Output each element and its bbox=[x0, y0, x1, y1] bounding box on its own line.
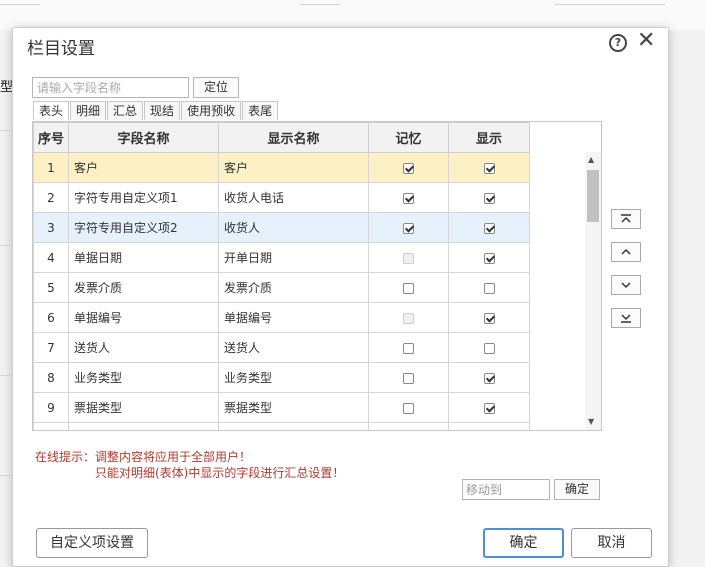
table-row[interactable]: 3 字符专用自定义项2 收货人 bbox=[33, 212, 530, 243]
row-field-name: 字符专用自定义项1 bbox=[68, 182, 219, 213]
row-field-name: 客户 bbox=[68, 152, 219, 183]
remember-checkbox[interactable] bbox=[403, 402, 414, 414]
row-display-name[interactable]: 单据编号 bbox=[218, 302, 369, 333]
remember-checkbox[interactable] bbox=[403, 342, 414, 354]
table-row[interactable]: 9 票据类型 票据类型 bbox=[33, 392, 530, 423]
background-divider bbox=[300, 4, 340, 5]
table-row[interactable]: 8 业务类型 业务类型 bbox=[33, 362, 530, 393]
tab-bar: 表头 明细 汇总 现结 使用预收 表尾 bbox=[33, 101, 279, 120]
row-display-name[interactable]: 开单日期 bbox=[218, 242, 369, 273]
close-icon[interactable]: ✕ bbox=[637, 30, 655, 52]
tab-header[interactable]: 表头 bbox=[33, 101, 70, 120]
remember-checkbox[interactable] bbox=[403, 162, 414, 174]
row-field-name: 字符专用自定义项2 bbox=[68, 212, 219, 243]
move-to-confirm-button[interactable]: 确定 bbox=[554, 479, 600, 500]
row-field-name: 送货人 bbox=[68, 332, 219, 363]
table-header-row: 序号 字段名称 显示名称 记忆 显示 bbox=[33, 122, 530, 153]
field-table-container: 序号 字段名称 显示名称 记忆 显示 1 客户 客户 2 字符专用自定义项1 收… bbox=[32, 121, 602, 431]
show-checkbox[interactable] bbox=[483, 252, 495, 264]
move-bottom-icon bbox=[621, 314, 631, 323]
scroll-up-icon[interactable]: ▲ bbox=[588, 155, 594, 164]
row-display-name[interactable]: 发票介质 bbox=[218, 272, 369, 303]
remember-checkbox bbox=[403, 312, 414, 324]
row-seq: 9 bbox=[33, 392, 69, 423]
move-bottom-button[interactable] bbox=[611, 308, 641, 328]
remember-checkbox[interactable] bbox=[403, 282, 414, 294]
row-seq: 6 bbox=[33, 302, 69, 333]
row-display-name[interactable]: 收货人电话 bbox=[218, 182, 369, 213]
column-header-seq[interactable]: 序号 bbox=[33, 122, 69, 153]
tab-cash[interactable]: 现结 bbox=[144, 101, 181, 120]
scrollbar-thumb[interactable] bbox=[587, 170, 599, 222]
table-row[interactable]: 7 送货人 送货人 bbox=[33, 332, 530, 363]
row-display-name[interactable]: 收货人 bbox=[218, 212, 369, 243]
tab-summary[interactable]: 汇总 bbox=[107, 101, 144, 120]
locate-button[interactable]: 定位 bbox=[193, 77, 239, 98]
column-settings-dialog: 栏目设置 ? ✕ 定位 表头 明细 汇总 现结 使用预收 表尾 序号 字段名称 … bbox=[12, 27, 669, 567]
background-divider bbox=[0, 375, 10, 376]
remember-checkbox[interactable] bbox=[403, 372, 414, 384]
tab-footer[interactable]: 表尾 bbox=[242, 101, 279, 120]
row-seq: 4 bbox=[33, 242, 69, 273]
move-up-icon bbox=[621, 248, 631, 255]
row-field-name: 单据日期 bbox=[68, 242, 219, 273]
table-row[interactable]: 2 字符专用自定义项1 收货人电话 bbox=[33, 182, 530, 213]
column-header-remember[interactable]: 记忆 bbox=[368, 122, 449, 153]
row-seq: 8 bbox=[33, 362, 69, 393]
show-checkbox[interactable] bbox=[483, 192, 495, 204]
table-row[interactable]: 4 单据日期 开单日期 bbox=[33, 242, 530, 273]
remember-checkbox bbox=[403, 252, 414, 264]
show-checkbox[interactable] bbox=[483, 342, 495, 354]
column-header-display-name[interactable]: 显示名称 bbox=[218, 122, 369, 153]
show-checkbox[interactable] bbox=[483, 222, 495, 234]
remember-checkbox[interactable] bbox=[403, 222, 414, 234]
row-field-name: 业务类型 bbox=[68, 362, 219, 393]
table-row-partial bbox=[33, 422, 530, 430]
background-divider bbox=[0, 130, 10, 131]
row-display-name[interactable]: 票据类型 bbox=[218, 392, 369, 423]
move-up-button[interactable] bbox=[611, 242, 641, 262]
scroll-down-icon[interactable]: ▼ bbox=[588, 417, 594, 426]
background-divider bbox=[0, 4, 40, 5]
row-display-name[interactable]: 客户 bbox=[218, 152, 369, 183]
background-divider bbox=[0, 475, 10, 476]
question-circle-icon[interactable]: ? bbox=[609, 34, 627, 52]
row-seq: 1 bbox=[33, 152, 69, 183]
remember-checkbox[interactable] bbox=[403, 192, 414, 204]
table-row[interactable]: 5 发票介质 发票介质 bbox=[33, 272, 530, 303]
field-table: 序号 字段名称 显示名称 记忆 显示 1 客户 客户 2 字符专用自定义项1 收… bbox=[33, 122, 530, 430]
row-field-name: 发票介质 bbox=[68, 272, 219, 303]
show-checkbox[interactable] bbox=[483, 162, 495, 174]
row-seq: 3 bbox=[33, 212, 69, 243]
tab-detail[interactable]: 明细 bbox=[70, 101, 107, 120]
move-down-button[interactable] bbox=[611, 275, 641, 295]
field-search-input[interactable] bbox=[32, 77, 189, 98]
row-display-name[interactable]: 业务类型 bbox=[218, 362, 369, 393]
show-checkbox[interactable] bbox=[483, 282, 495, 294]
move-down-icon bbox=[621, 282, 631, 289]
row-field-name: 单据编号 bbox=[68, 302, 219, 333]
show-checkbox[interactable] bbox=[483, 372, 495, 384]
column-header-show[interactable]: 显示 bbox=[448, 122, 530, 153]
dialog-title: 栏目设置 bbox=[27, 39, 95, 59]
row-seq: 7 bbox=[33, 332, 69, 363]
table-row[interactable]: 1 客户 客户 bbox=[33, 152, 530, 183]
row-seq: 5 bbox=[33, 272, 69, 303]
move-to-input[interactable] bbox=[462, 479, 550, 500]
move-top-button[interactable] bbox=[611, 209, 641, 229]
row-seq: 2 bbox=[33, 182, 69, 213]
background-divider bbox=[555, 4, 665, 5]
online-hint-line1: 在线提示：调整内容将应用于全部用户！ bbox=[35, 450, 252, 464]
background-divider bbox=[0, 245, 10, 246]
move-top-icon bbox=[621, 214, 631, 223]
tab-prepayment[interactable]: 使用预收 bbox=[181, 101, 242, 120]
column-header-field-name[interactable]: 字段名称 bbox=[68, 122, 219, 153]
show-checkbox[interactable] bbox=[483, 402, 495, 414]
row-display-name[interactable]: 送货人 bbox=[218, 332, 369, 363]
table-row[interactable]: 6 单据编号 单据编号 bbox=[33, 302, 530, 333]
row-field-name: 票据类型 bbox=[68, 392, 219, 423]
show-checkbox[interactable] bbox=[483, 312, 495, 324]
online-hint-line2: 只能对明细(表体)中显示的字段进行汇总设置！ bbox=[95, 466, 345, 480]
